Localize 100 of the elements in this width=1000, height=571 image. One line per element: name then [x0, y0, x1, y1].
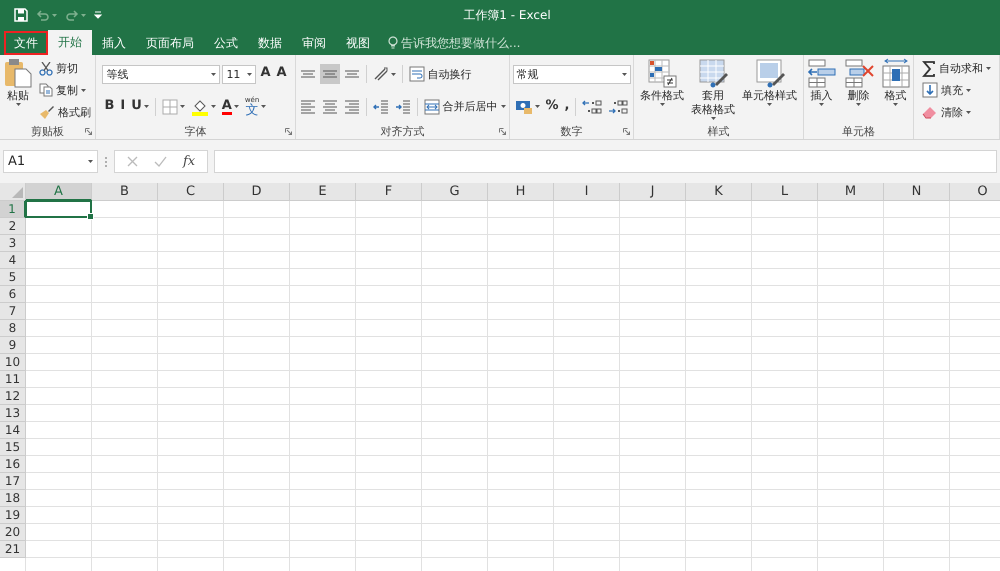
wrap-text-icon — [408, 66, 424, 82]
cell-style-icon — [754, 58, 784, 88]
format-button[interactable]: A — [258, 64, 272, 84]
ribbon-button[interactable]: 条件格式 — [638, 58, 686, 123]
ribbon-tab[interactable]: 视图 — [336, 31, 380, 55]
ribbon-tab[interactable]: 文件 — [4, 31, 48, 55]
drag-handle-icon[interactable] — [104, 156, 108, 168]
column-header[interactable]: B — [92, 183, 158, 201]
format-button[interactable]: % — [544, 96, 561, 117]
ribbon-tab[interactable]: 插入 — [92, 31, 136, 55]
row-header[interactable]: 13 — [0, 405, 26, 422]
row-header[interactable]: 7 — [0, 303, 26, 320]
ribbon-button[interactable]: 粘贴 — [2, 58, 34, 123]
column-header[interactable]: N — [884, 183, 950, 201]
ribbon-button[interactable]: 格式 — [878, 58, 912, 123]
ribbon-button[interactable]: 删除 — [842, 58, 876, 123]
column-header[interactable]: E — [290, 183, 356, 201]
tell-me-field[interactable]: 告诉我您想要做什么... — [388, 31, 520, 55]
ribbon-tab[interactable]: 数据 — [248, 31, 292, 55]
dialog-launcher-icon[interactable] — [85, 128, 92, 135]
format-button[interactable]: A — [274, 64, 289, 84]
row-header[interactable]: 16 — [0, 456, 26, 473]
insert-function-button[interactable]: fx — [183, 154, 196, 169]
group-label: 剪贴板 — [31, 124, 64, 138]
row-header[interactable]: 4 — [0, 252, 26, 269]
format-button[interactable]: U — [129, 96, 151, 117]
row-header[interactable]: 5 — [0, 269, 26, 286]
ribbon-button[interactable]: 自动求和 — [920, 58, 993, 79]
copy-icon — [39, 83, 53, 98]
align-top-icon — [300, 70, 316, 78]
group-label: 对齐方式 — [380, 124, 424, 138]
delete-cells-icon — [844, 58, 874, 88]
column-header[interactable]: D — [224, 183, 290, 201]
dropdown-field[interactable]: 11 — [222, 64, 256, 84]
column-header[interactable]: O — [950, 183, 1000, 201]
row-header[interactable]: 9 — [0, 337, 26, 354]
decrease-decimal-icon — [608, 98, 628, 115]
ribbon-tab[interactable]: 开始 — [48, 30, 92, 55]
column-header[interactable]: M — [818, 183, 884, 201]
row-header[interactable]: 17 — [0, 473, 26, 490]
increase-decimal-icon — [582, 98, 602, 115]
format-button[interactable]: B — [102, 96, 116, 117]
column-header[interactable]: I — [554, 183, 620, 201]
dropdown-field[interactable]: 等线 — [102, 64, 220, 84]
format-button[interactable]: , — [562, 96, 572, 117]
ribbon-button[interactable]: 清除 — [920, 102, 973, 122]
ribbon-button[interactable]: 自动换行 — [406, 64, 474, 84]
column-header[interactable]: C — [158, 183, 224, 201]
ribbon-tab[interactable]: 公式 — [204, 31, 248, 55]
ribbon-button[interactable]: 剪切 — [37, 58, 80, 79]
ribbon-tab[interactable]: 页面布局 — [136, 31, 204, 55]
ribbon-button[interactable]: 填充 — [920, 80, 973, 100]
row-header[interactable]: 2 — [0, 218, 26, 235]
row-header[interactable]: 11 — [0, 371, 26, 388]
format-button[interactable]: I — [118, 96, 128, 117]
column-header[interactable]: L — [752, 183, 818, 201]
row-header[interactable]: 6 — [0, 286, 26, 303]
dialog-launcher-icon[interactable] — [285, 128, 292, 135]
ribbon-button[interactable]: 套用 表格格式 — [689, 58, 737, 123]
row-header[interactable]: 14 — [0, 422, 26, 439]
column-header[interactable]: F — [356, 183, 422, 201]
active-cell[interactable] — [25, 200, 92, 218]
row-header[interactable]: 10 — [0, 354, 26, 371]
ribbon-button[interactable]: 复制 — [37, 80, 88, 100]
ribbon-button[interactable]: 合并后居中 — [422, 96, 508, 117]
borders-icon — [162, 98, 178, 115]
ribbon-button[interactable]: 格式刷 — [37, 102, 93, 122]
row-header[interactable]: 19 — [0, 507, 26, 524]
column-header[interactable]: A — [26, 183, 92, 201]
row-header[interactable]: 21 — [0, 541, 26, 558]
name-box[interactable]: A1 — [3, 150, 98, 173]
row-header[interactable]: 12 — [0, 388, 26, 405]
format-button[interactable]: A — [220, 96, 241, 117]
ribbon-tab[interactable]: 审阅 — [292, 31, 336, 55]
align-middle-icon — [322, 70, 338, 78]
column-header[interactable]: H — [488, 183, 554, 201]
row-header[interactable]: 8 — [0, 320, 26, 337]
brush-icon — [39, 105, 55, 120]
fill-handle[interactable] — [87, 213, 94, 220]
row-header[interactable]: 20 — [0, 524, 26, 541]
column-header[interactable]: G — [422, 183, 488, 201]
table-style-icon — [698, 58, 728, 88]
row-header[interactable]: 15 — [0, 439, 26, 456]
save-icon[interactable] — [14, 8, 28, 22]
dialog-launcher-icon[interactable] — [499, 128, 506, 135]
formula-input[interactable] — [214, 150, 997, 173]
dialog-launcher-icon[interactable] — [623, 128, 630, 135]
ribbon-button[interactable]: 单元格样式 — [740, 58, 799, 123]
row-header[interactable]: 18 — [0, 490, 26, 507]
merge-center-icon — [424, 98, 440, 115]
customize-menu-icon[interactable] — [94, 11, 102, 19]
dropdown-field[interactable]: 常规 — [512, 64, 630, 84]
ribbon-button[interactable]: 插入 — [804, 58, 838, 123]
column-header[interactable]: K — [686, 183, 752, 201]
column-header[interactable]: J — [620, 183, 686, 201]
icon-button[interactable] — [320, 64, 340, 84]
row-header[interactable]: 3 — [0, 235, 26, 252]
row-header[interactable]: 1 — [0, 201, 26, 218]
caret-icon — [88, 160, 93, 163]
decrease-indent-icon — [372, 100, 388, 114]
